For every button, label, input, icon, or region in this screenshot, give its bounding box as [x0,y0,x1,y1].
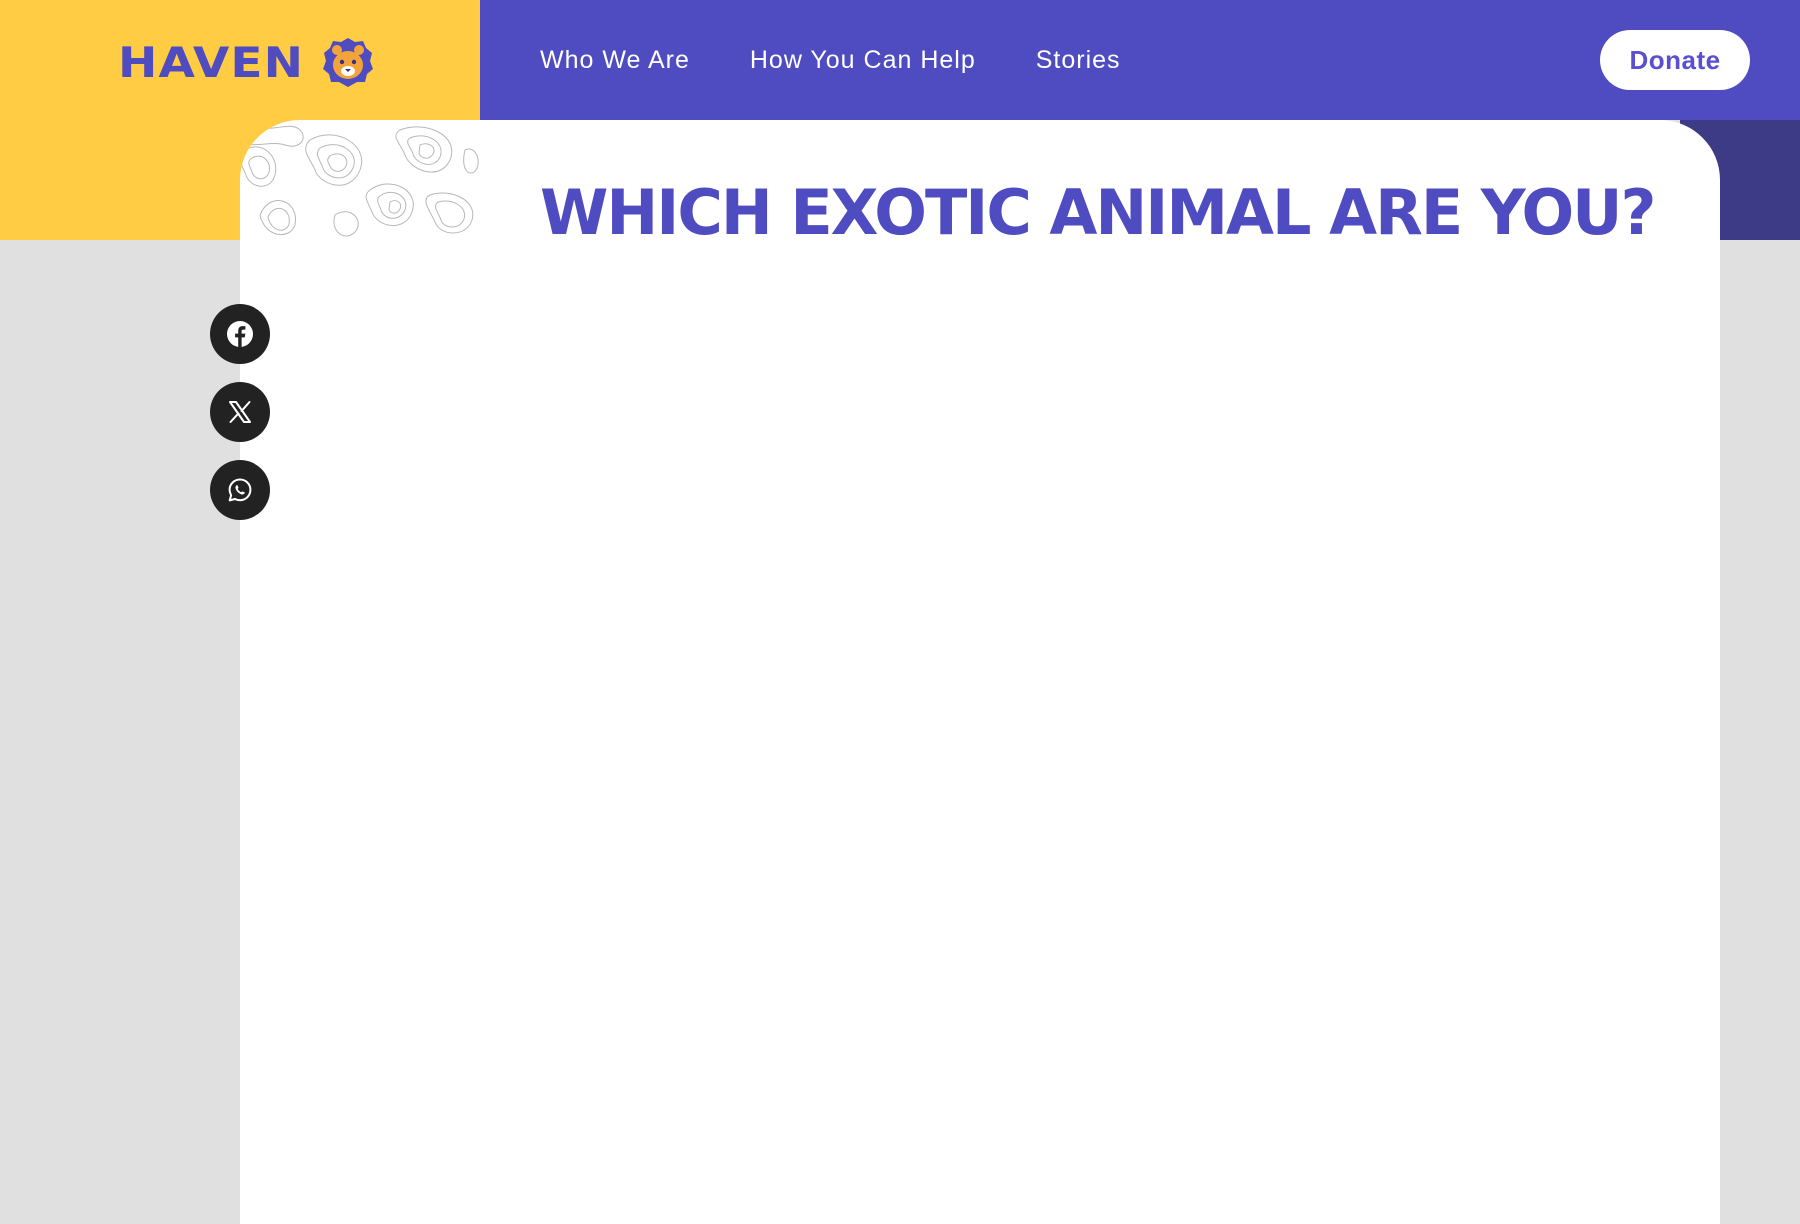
header-bar: Who We Are How You Can Help Stories Dona… [480,0,1800,120]
logo-wordmark: HAVEN [118,37,305,87]
nav-how-you-can-help[interactable]: How You Can Help [750,46,976,75]
main-nav: Who We Are How You Can Help Stories [540,0,1121,120]
share-whatsapp-button[interactable] [210,460,270,520]
nav-stories[interactable]: Stories [1036,46,1121,75]
content-card: WHICH EXOTIC ANIMAL ARE YOU? [240,120,1720,1224]
share-bar [210,304,270,520]
lion-face-icon [323,38,374,87]
home-logo-link[interactable]: HAVEN [118,36,374,88]
x-icon [229,401,251,423]
nav-who-we-are[interactable]: Who We Are [540,46,690,75]
share-x-button[interactable] [210,382,270,442]
whatsapp-icon [228,478,252,502]
facebook-icon [227,321,253,347]
page-title: WHICH EXOTIC ANIMAL ARE YOU? [540,176,1656,249]
share-facebook-button[interactable] [210,304,270,364]
donate-button[interactable]: Donate [1600,30,1750,90]
topographic-pattern [240,124,479,237]
